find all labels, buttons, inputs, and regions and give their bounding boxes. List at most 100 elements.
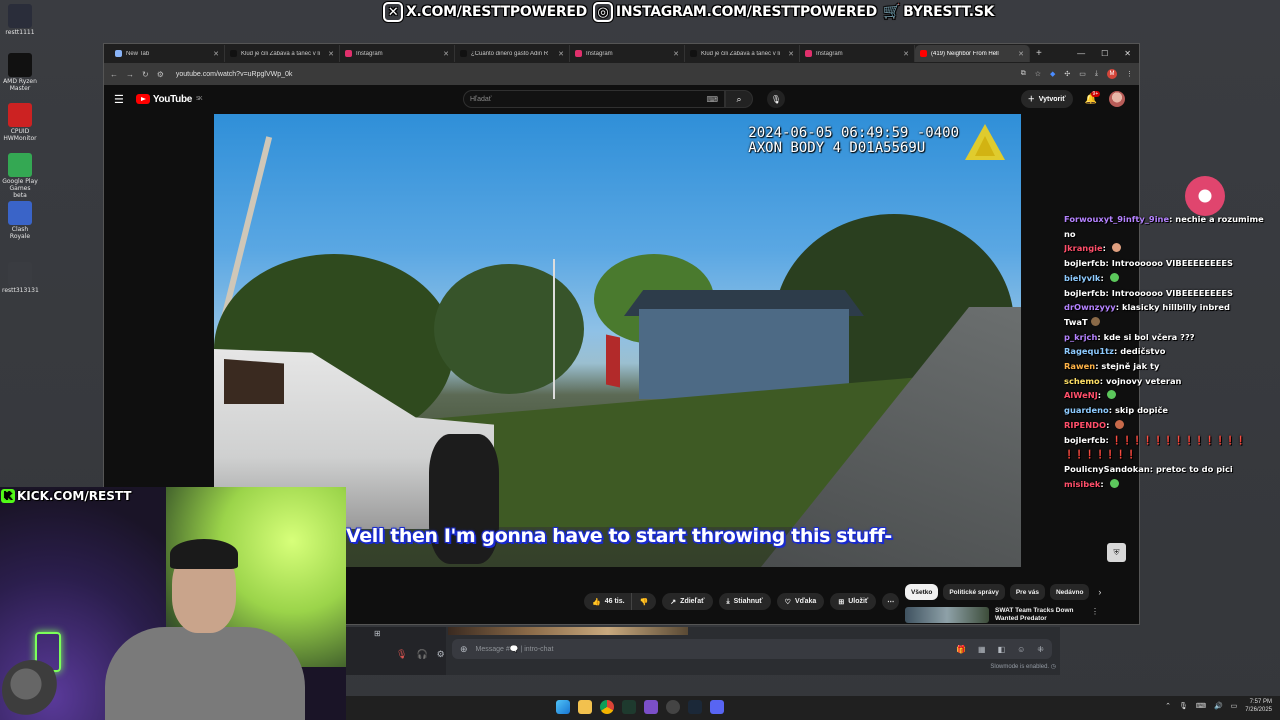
clock[interactable]: 7:57 PM 7/26/2025 xyxy=(1245,698,1272,714)
chip-all[interactable]: Všetko xyxy=(905,584,939,600)
create-button[interactable]: ＋ Vytvoriť xyxy=(1020,90,1073,108)
chat-username[interactable]: schemo xyxy=(1064,376,1100,386)
chat-username[interactable]: p_krjch xyxy=(1064,332,1097,342)
chat-username[interactable]: AlWeNJ xyxy=(1064,390,1098,400)
maximize-icon[interactable]: ☐ xyxy=(1101,49,1108,58)
browser-tab[interactable]: Instagram ✕ xyxy=(800,45,915,62)
desktop-icon[interactable]: Google Play Games beta xyxy=(2,153,38,199)
tray-volume-icon[interactable]: 🔊 xyxy=(1214,702,1223,710)
chat-username[interactable]: Forwouxyt_9infty_9ine xyxy=(1064,214,1169,224)
reload-icon[interactable]: ↻ xyxy=(142,70,149,79)
install-icon[interactable]: ⧉ xyxy=(1021,70,1026,78)
sidebar-icon[interactable]: ▭ xyxy=(1079,70,1086,78)
back-icon[interactable]: ← xyxy=(110,70,118,79)
windows-start-icon[interactable] xyxy=(556,700,570,714)
obs-icon[interactable] xyxy=(666,700,680,714)
chat-username[interactable]: bojlerfcb xyxy=(1064,288,1106,298)
tab-active[interactable]: (419) Neighbor From Hell ✕ xyxy=(915,45,1030,62)
bookmark-star-icon[interactable]: ☆ xyxy=(1035,70,1041,78)
chat-username[interactable]: Rawen xyxy=(1064,361,1095,371)
steam-icon[interactable] xyxy=(688,700,702,714)
recommended-thumbnail[interactable] xyxy=(905,607,989,623)
new-tab-icon[interactable]: + xyxy=(1036,48,1042,59)
chevron-right-icon[interactable]: › xyxy=(1098,587,1101,597)
chat-username[interactable]: bielyvlk xyxy=(1064,273,1100,283)
browser-tab[interactable]: Instagram ✕ xyxy=(570,45,685,62)
search-input[interactable]: Hľadať ⌨ xyxy=(463,90,725,108)
forward-icon[interactable]: → xyxy=(126,70,134,79)
like-button[interactable]: 👍 46 tis. xyxy=(584,593,631,610)
desktop-icon[interactable]: Clash Royale xyxy=(2,201,38,240)
share-button[interactable]: ↗ Zdieľať xyxy=(662,593,713,610)
tray-mic-icon[interactable]: 🎙 xyxy=(1179,702,1188,710)
voice-search-button[interactable]: 🎙 xyxy=(767,90,785,108)
close-window-icon[interactable]: ✕ xyxy=(1124,49,1131,58)
tab-close-icon[interactable]: ✕ xyxy=(673,50,679,58)
hamburger-icon[interactable]: ☰ xyxy=(114,93,124,106)
chat-username[interactable]: guardeno xyxy=(1064,405,1109,415)
extension-icon[interactable]: ◆ xyxy=(1050,70,1055,78)
sticker-icon[interactable]: ◧ xyxy=(998,645,1006,654)
save-button[interactable]: ⊞ Uložiť xyxy=(830,593,877,610)
app-purple-icon[interactable] xyxy=(644,700,658,714)
browser-tab[interactable]: Klud je čili Zábava a tanec v li ✕ xyxy=(685,45,800,62)
tab-close-icon[interactable]: ✕ xyxy=(328,50,334,58)
apps-icon[interactable]: ⁜ xyxy=(1037,645,1044,654)
dislike-button[interactable]: 👎 xyxy=(630,593,657,610)
search-button[interactable]: ⌕ xyxy=(725,90,753,108)
browser-tab[interactable]: New Tab ✕ xyxy=(110,45,225,62)
desktop-icon[interactable]: restt313131 xyxy=(2,262,39,294)
chat-username[interactable]: PoulicnySandokan xyxy=(1064,464,1150,474)
menu-icon[interactable]: ⋮ xyxy=(1126,70,1133,78)
mute-mic-icon[interactable]: 🎙 xyxy=(396,649,407,660)
tab-close-icon[interactable]: ✕ xyxy=(788,50,794,58)
discord-message-input[interactable]: ⊕ Message #🗨️ | intro-chat 🎁 ▦ ◧ ☺ ⁜ xyxy=(452,639,1052,659)
desktop-icon[interactable]: AMD Ryzen Master xyxy=(2,53,38,92)
terminal-icon[interactable] xyxy=(622,700,636,714)
chat-username[interactable]: Ragequ1tz xyxy=(1064,346,1114,356)
discord-icon[interactable] xyxy=(710,700,724,714)
minimize-icon[interactable]: — xyxy=(1077,49,1085,58)
puzzle-icon[interactable]: ✣ xyxy=(1064,70,1070,78)
keyboard-icon[interactable]: ⌨ xyxy=(706,95,718,104)
chat-username[interactable]: drOwnzyyy xyxy=(1064,302,1116,312)
tray-chevron-icon[interactable]: ⌃ xyxy=(1165,702,1171,710)
chat-username[interactable]: bojlerfcb xyxy=(1064,258,1106,268)
tab-close-icon[interactable]: ✕ xyxy=(903,50,909,58)
chip-recent[interactable]: Nedávno xyxy=(1049,584,1090,600)
add-attachment-icon[interactable]: ⊕ xyxy=(460,644,468,655)
youtube-logo[interactable]: YouTube SK xyxy=(135,94,202,105)
recommended-video[interactable]: SWAT Team Tracks Down Wanted Predator ⋮ xyxy=(905,607,1110,623)
tray-network-icon[interactable]: ⌨ xyxy=(1196,702,1206,710)
download-icon[interactable]: ⤓ xyxy=(1095,70,1098,78)
thanks-button[interactable]: ♡ Vďaka xyxy=(776,593,825,610)
tab-close-icon[interactable]: ✕ xyxy=(443,50,449,58)
deafen-icon[interactable]: 🎧 xyxy=(416,649,427,660)
recommended-menu-icon[interactable]: ⋮ xyxy=(1091,607,1099,623)
tab-close-icon[interactable]: ✕ xyxy=(1018,50,1024,58)
settings-gear-icon[interactable]: ⚙ xyxy=(437,649,445,660)
chip-for-you[interactable]: Pre vás xyxy=(1009,584,1045,600)
chat-username[interactable]: Jkrangie xyxy=(1064,243,1103,253)
notifications-button[interactable]: 🔔 9+ xyxy=(1085,90,1101,105)
desktop-icon[interactable]: CPUID HWMonitor xyxy=(2,103,38,142)
site-info-icon[interactable]: ⚙ xyxy=(157,70,164,79)
url-field[interactable]: youtube.com/watch?v=uRpglVWp_0k xyxy=(172,66,1013,82)
chrome-icon[interactable] xyxy=(600,700,614,714)
gift-icon[interactable]: 🎁 xyxy=(956,645,966,654)
account-avatar[interactable] xyxy=(1109,91,1125,107)
more-actions-button[interactable]: ⋯ xyxy=(882,593,900,610)
desktop-icon[interactable]: restt1111 xyxy=(2,4,38,36)
browser-tab[interactable]: Klud je čili Zábava a tanec v li ✕ xyxy=(225,45,340,62)
chat-username[interactable]: RIPENDO xyxy=(1064,420,1106,430)
browser-tab[interactable]: Instagram ✕ xyxy=(340,45,455,62)
download-button[interactable]: ⤓ Stiahnuť xyxy=(718,593,771,610)
chat-username[interactable]: bojlerfcb xyxy=(1064,435,1106,445)
file-explorer-icon[interactable] xyxy=(578,700,592,714)
emoji-icon[interactable]: ☺ xyxy=(1017,645,1025,654)
chip-politics[interactable]: Politické správy xyxy=(943,584,1005,600)
browser-tab[interactable]: ¿Cuánto dinero gastó Adin R ✕ xyxy=(455,45,570,62)
gif-icon[interactable]: ▦ xyxy=(978,645,986,654)
tab-close-icon[interactable]: ✕ xyxy=(558,50,564,58)
recommended-title[interactable]: SWAT Team Tracks Down Wanted Predator xyxy=(995,607,1085,623)
